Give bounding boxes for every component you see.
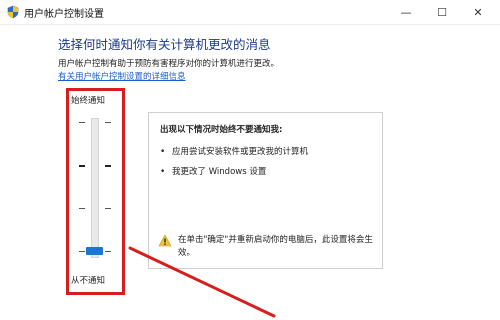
annotation-arrow <box>128 246 276 318</box>
